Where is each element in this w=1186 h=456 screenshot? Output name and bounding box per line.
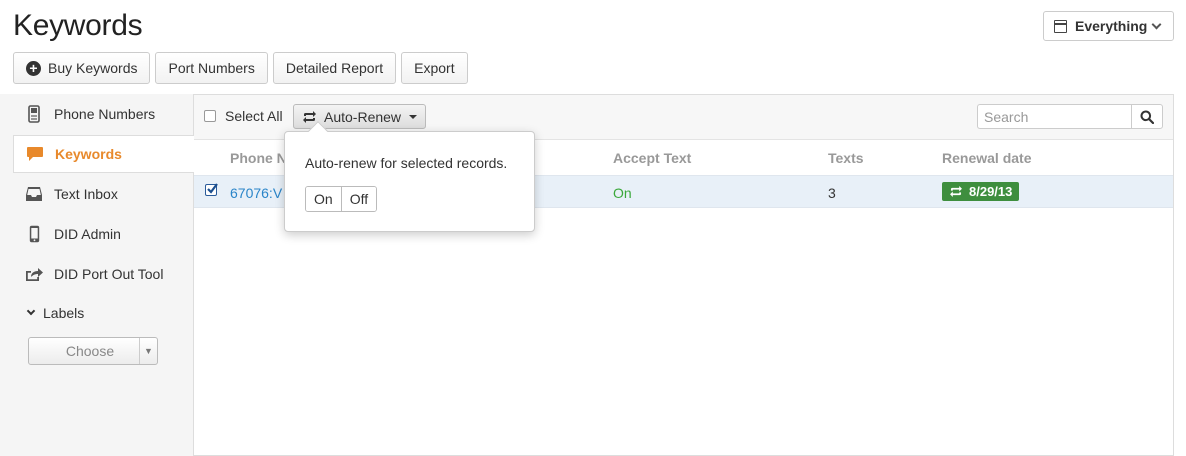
column-header-accept-text[interactable]: Accept Text [613, 150, 691, 166]
sidebar-item-phone-numbers[interactable]: Phone Numbers [13, 95, 194, 133]
sidebar: Phone Numbers Keywords Text Inbox DID Ad… [0, 94, 194, 456]
sidebar-item-did-port-out-tool[interactable]: DID Port Out Tool [13, 255, 194, 293]
detailed-report-button[interactable]: Detailed Report [272, 52, 397, 84]
calendar-icon [1054, 19, 1067, 33]
sidebar-item-did-admin[interactable]: DID Admin [13, 215, 194, 253]
dropdown-arrow-icon: ▼ [139, 338, 157, 364]
page-title: Keywords [13, 9, 143, 42]
select-all-control[interactable]: Select All [204, 108, 283, 124]
renewal-date-badge: 8/29/13 [942, 182, 1020, 201]
sidebar-item-label: Text Inbox [54, 186, 118, 202]
everything-filter-dropdown[interactable]: Everything [1043, 11, 1174, 41]
chevron-down-icon [1151, 19, 1162, 29]
phone-icon [25, 105, 43, 123]
labels-toggle[interactable]: Labels [26, 305, 85, 321]
row-checkbox[interactable] [205, 183, 218, 196]
sidebar-item-label: DID Port Out Tool [54, 266, 164, 282]
auto-renew-toggle: On Off [305, 186, 378, 212]
renewal-date-value: 8/29/13 [969, 184, 1013, 199]
action-toolbar: + Buy Keywords Port Numbers Detailed Rep… [13, 52, 468, 84]
sidebar-item-label: DID Admin [54, 226, 121, 242]
sidebar-item-text-inbox[interactable]: Text Inbox [13, 175, 194, 213]
buy-keywords-label: Buy Keywords [48, 60, 138, 76]
auto-renew-on-button[interactable]: On [306, 187, 341, 211]
inbox-icon [25, 185, 43, 203]
select-all-label: Select All [225, 108, 283, 124]
buy-keywords-button[interactable]: + Buy Keywords [13, 52, 151, 84]
accept-text-value: On [613, 185, 632, 201]
column-header-renewal-date[interactable]: Renewal date [942, 150, 1031, 166]
share-icon [25, 265, 43, 283]
caret-down-icon [409, 114, 418, 119]
popover-message: Auto-renew for selected records. [305, 155, 508, 171]
labels-choose-select[interactable]: Choose ▼ [28, 337, 158, 365]
chat-bubble-icon [26, 145, 44, 163]
select-all-checkbox[interactable] [204, 110, 216, 122]
mobile-icon [25, 225, 43, 243]
texts-count: 3 [828, 185, 836, 201]
auto-renew-popover: Auto-renew for selected records. On Off [284, 121, 535, 232]
sidebar-item-label: Phone Numbers [54, 106, 156, 122]
port-numbers-button[interactable]: Port Numbers [155, 52, 268, 84]
export-button[interactable]: Export [401, 52, 468, 84]
search-icon [1140, 110, 1154, 124]
plus-circle-icon: + [26, 60, 41, 76]
column-header-texts[interactable]: Texts [828, 150, 864, 166]
auto-renew-label: Auto-Renew [324, 108, 402, 125]
search-button[interactable] [1131, 104, 1163, 129]
repeat-icon [950, 186, 962, 197]
filter-label: Everything [1075, 18, 1148, 34]
sidebar-item-label: Keywords [55, 146, 122, 162]
checkmark-icon [207, 183, 218, 194]
labels-toggle-label: Labels [43, 305, 85, 321]
sidebar-item-keywords[interactable]: Keywords [13, 135, 194, 173]
choose-placeholder: Choose [65, 343, 115, 359]
search-input[interactable] [977, 104, 1132, 129]
chevron-down-icon [26, 306, 36, 316]
phone-number-link[interactable]: 67076:V [230, 185, 282, 201]
auto-renew-off-button[interactable]: Off [340, 187, 377, 211]
repeat-icon [303, 110, 316, 123]
column-header-phone-number[interactable]: Phone N [230, 150, 287, 166]
